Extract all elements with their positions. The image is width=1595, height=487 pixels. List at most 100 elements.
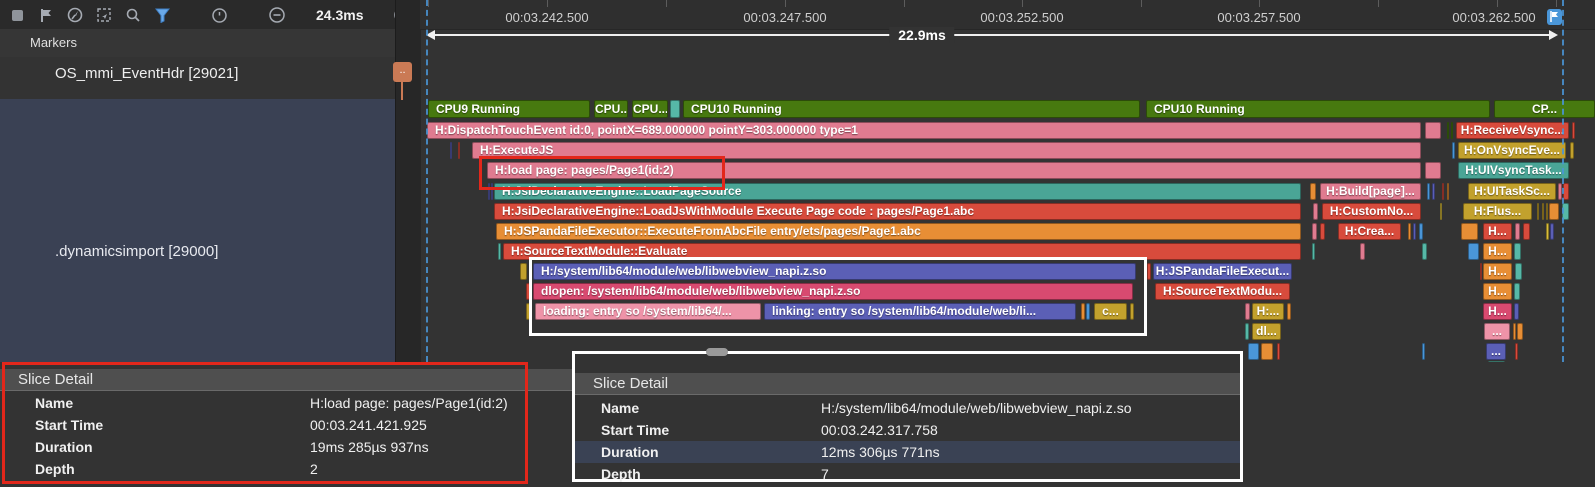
flame-slice[interactable]: ... <box>1486 343 1506 360</box>
detail-row[interactable]: Start Time 00:03.242.317.758 <box>575 420 1240 441</box>
flame-slice[interactable] <box>1408 223 1411 240</box>
flame-slice[interactable]: H:JSPandaFileExecutor::ExecuteFromAbcFil… <box>496 223 1301 240</box>
flame-slice[interactable]: H:Flus... <box>1463 203 1532 220</box>
flame-slice[interactable] <box>1514 303 1519 320</box>
detail-row-label: Duration <box>601 442 659 463</box>
flame-slice[interactable] <box>1546 203 1548 220</box>
flame-slice[interactable] <box>1514 283 1520 300</box>
resize-handle[interactable] <box>706 348 728 356</box>
detail-row[interactable]: Duration12ms 306µs 771ns <box>575 442 1240 463</box>
flame-slice[interactable] <box>1320 223 1325 240</box>
flame-slice[interactable]: H... <box>1483 243 1512 260</box>
flame-slice[interactable] <box>1313 203 1318 220</box>
flame-slice[interactable] <box>1515 223 1520 240</box>
flame-slice[interactable]: H:UIVsyncTask... <box>1458 162 1569 179</box>
flame-slice[interactable] <box>1537 203 1539 220</box>
flame-slice[interactable] <box>458 142 460 159</box>
flame-slice[interactable] <box>1514 243 1521 260</box>
flame-slice[interactable] <box>1452 142 1455 159</box>
flame-slice[interactable] <box>1468 243 1479 260</box>
cpu-slice[interactable] <box>670 100 680 118</box>
flame-slice[interactable]: H... <box>1483 223 1512 240</box>
detail-row[interactable]: Name H:/system/lib64/module/web/libwebvie… <box>575 398 1240 419</box>
cpu-slice[interactable]: CP... <box>1494 100 1595 118</box>
flame-slice[interactable] <box>1425 162 1441 179</box>
flame-slice[interactable] <box>1546 223 1549 240</box>
selection-guide-right[interactable] <box>1562 0 1564 362</box>
flame-slice[interactable] <box>1245 303 1250 320</box>
flame-slice[interactable]: H:SourceTextModu... <box>1155 283 1290 300</box>
flame-slice[interactable] <box>1427 183 1430 200</box>
flame-slice[interactable] <box>1451 122 1453 139</box>
flame-slice[interactable] <box>1287 303 1291 320</box>
flame-slice[interactable] <box>1312 243 1315 260</box>
flame-slice[interactable]: H:... <box>1252 303 1284 320</box>
flame-slice[interactable] <box>1261 343 1273 360</box>
flame-slice[interactable] <box>1461 223 1478 240</box>
flame-slice[interactable]: H:UITaskSc... <box>1468 183 1556 200</box>
flame-slice[interactable] <box>1523 223 1530 240</box>
flame-slice[interactable] <box>1310 183 1316 200</box>
detail-row-value: 00:03.242.317.758 <box>821 420 938 441</box>
flame-slice[interactable]: H:ReceiveVsync... <box>1456 122 1569 139</box>
detail-row-value: H:/system/lib64/module/web/libwebview_na… <box>821 398 1131 419</box>
flame-slice[interactable] <box>1549 203 1559 220</box>
bookmark-flag-icon[interactable] <box>1547 9 1562 25</box>
flame-slice[interactable] <box>1312 223 1317 240</box>
cpu-slice[interactable]: CPU10 Running <box>1146 100 1490 118</box>
flame-slice[interactable]: H:JSPandaFileExecut... <box>1153 263 1292 280</box>
flame-slice[interactable]: H:Crea... <box>1338 223 1401 240</box>
flame-slice[interactable] <box>1277 343 1280 360</box>
flame-slice[interactable] <box>450 142 452 159</box>
flame-slice[interactable] <box>1515 263 1522 280</box>
flame-slice[interactable] <box>498 243 501 260</box>
flame-slice[interactable]: dl... <box>1252 323 1281 340</box>
flame-slice[interactable] <box>1447 122 1449 139</box>
flame-slice[interactable] <box>1425 122 1441 139</box>
flame-slice[interactable]: H:DispatchTouchEvent id:0, pointX=689.00… <box>427 122 1421 139</box>
flame-slice[interactable] <box>1480 263 1482 280</box>
flame-slice[interactable] <box>1513 323 1516 340</box>
flame-slice[interactable] <box>1442 183 1444 200</box>
flame-slice[interactable] <box>1515 343 1518 360</box>
flame-slice[interactable] <box>1422 243 1427 260</box>
flame-slice[interactable] <box>1248 343 1259 360</box>
flame-slice[interactable]: H... <box>1483 303 1512 320</box>
flame-slice[interactable]: H:OnVsyncEve... <box>1458 142 1566 159</box>
flame-slice[interactable] <box>1517 323 1523 340</box>
flame-slice[interactable] <box>1550 223 1554 240</box>
flame-slice[interactable]: H... <box>1483 263 1512 280</box>
flame-slice[interactable] <box>1422 343 1425 360</box>
cpu-slice[interactable]: CPU... <box>632 100 668 118</box>
flame-slice[interactable] <box>1572 122 1575 139</box>
selection-guide-left[interactable] <box>426 0 428 362</box>
flame-slice[interactable] <box>1245 323 1249 340</box>
flame-slice[interactable] <box>1447 183 1449 200</box>
flame-slice[interactable] <box>520 263 527 280</box>
flame-slice[interactable]: H:JsiDeclarativeEngine::LoadJsWithModule… <box>494 203 1301 220</box>
detail-row-label: Depth <box>601 464 641 485</box>
trace-viewer-window: 24.3ms Markers OS_mmi_EventHdr [29021] .… <box>0 0 1595 487</box>
detail-row-label: Start Time <box>601 420 669 441</box>
flame-slice[interactable] <box>1360 243 1365 260</box>
flame-slice[interactable] <box>1440 203 1442 220</box>
flame-slice[interactable]: ... <box>1484 323 1510 340</box>
detail-row-label: Name <box>601 398 639 419</box>
flame-slice[interactable]: H:CustomNo... <box>1322 203 1421 220</box>
flame-slice[interactable]: H:Build[page]... <box>1320 183 1421 200</box>
slice-detail-title-right: Slice Detail <box>593 373 668 394</box>
cpu-slice[interactable]: CPU9 Running <box>428 100 590 118</box>
cpu-slice[interactable]: CPU... <box>594 100 628 118</box>
detail-header-band-right <box>575 373 1240 395</box>
highlight-box-load-page <box>479 156 725 190</box>
flame-slice[interactable] <box>1570 142 1574 159</box>
detail-row[interactable]: Depth 7 <box>575 464 1240 485</box>
flame-slice[interactable] <box>1542 203 1544 220</box>
flame-slice[interactable] <box>1432 183 1435 200</box>
cpu-slice[interactable]: CPU10 Running <box>683 100 1140 118</box>
flame-slice[interactable] <box>1413 223 1416 240</box>
flame-slice[interactable] <box>1147 263 1151 280</box>
flame-slice[interactable]: H... <box>1483 283 1512 300</box>
detail-row-value: 7 <box>821 464 829 485</box>
flame-slice[interactable] <box>1419 223 1423 240</box>
